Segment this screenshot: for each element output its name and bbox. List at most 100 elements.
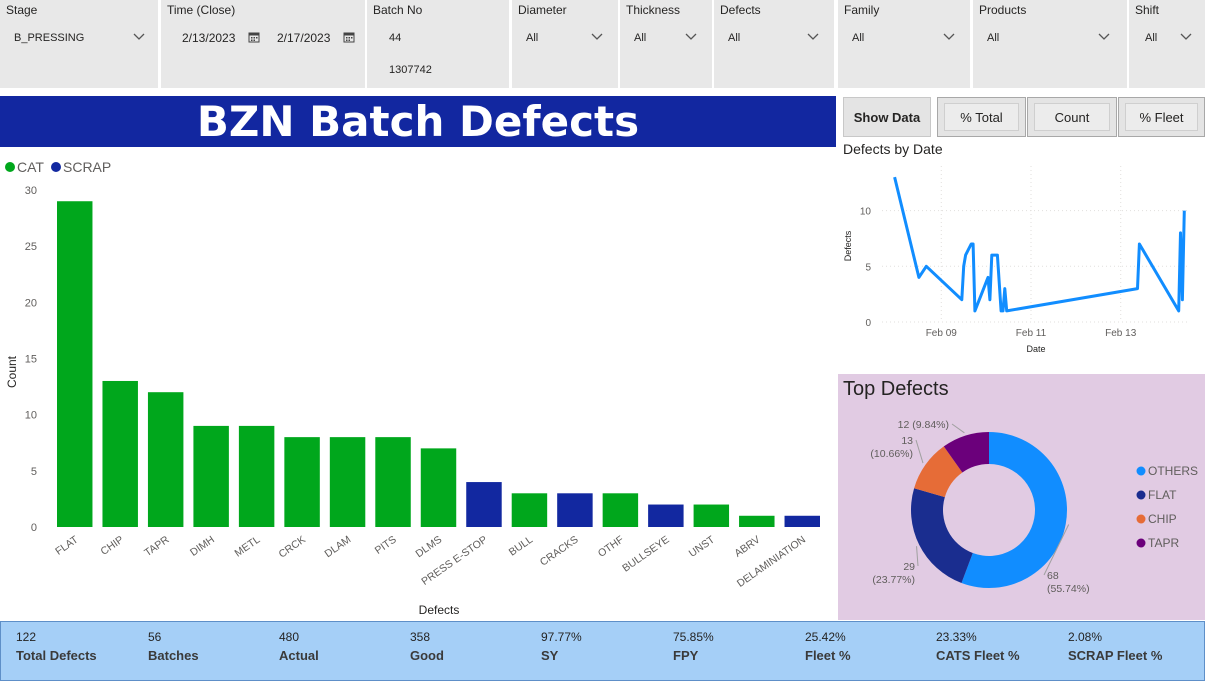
pct-total-button[interactable]: % Total (937, 97, 1026, 137)
stage-slicer[interactable]: Stage B_PRESSING (0, 0, 158, 88)
defects-slicer-value[interactable]: All (728, 32, 740, 44)
count-button[interactable]: Count (1027, 97, 1117, 137)
batch-slicer[interactable]: Batch No 44 1307742 (367, 0, 509, 88)
defects-slicer[interactable]: Defects All (714, 0, 834, 88)
chevron-down-icon[interactable] (942, 31, 956, 43)
x-tick-label: UNST (687, 533, 718, 560)
chevron-down-icon[interactable] (806, 31, 820, 43)
chart-legend[interactable]: CAT SCRAP (5, 159, 111, 175)
bar-chip[interactable] (102, 380, 138, 527)
bar-dimh[interactable] (193, 425, 229, 527)
kpi-label: SY (541, 648, 559, 663)
donut-data-label: (23.77%) (872, 574, 915, 586)
stage-slicer-title: Stage (6, 3, 38, 17)
pct-fleet-button[interactable]: % Fleet (1118, 97, 1205, 137)
calendar-icon[interactable] (343, 31, 355, 43)
shift-slicer[interactable]: Shift All (1129, 0, 1205, 88)
donut-slice-flat[interactable] (911, 488, 973, 583)
top-defects-donut-chart[interactable]: Top Defects 68(55.74%) 29(23.77%) 13(10.66… (838, 374, 1205, 620)
kpi-value: 480 (279, 630, 300, 644)
kpi-label: Total Defects (16, 648, 97, 663)
kpi-card: 358 Good (410, 630, 444, 663)
chevron-down-icon[interactable] (590, 31, 604, 43)
batch-item[interactable]: 44 (389, 32, 401, 44)
bar-bull[interactable] (511, 493, 548, 527)
bar-unst[interactable] (693, 504, 730, 527)
kpi-card: 2.08% SCRAP Fleet % (1068, 630, 1162, 663)
gridlines (882, 166, 1188, 323)
family-slicer[interactable]: Family All (838, 0, 970, 88)
kpi-card: 480 Actual (279, 630, 319, 663)
line-x-axis: Feb 09 Feb 11 Feb 13 (926, 328, 1137, 339)
batch-item[interactable]: 1307742 (389, 64, 432, 76)
kpi-card: 122 Total Defects (16, 630, 97, 663)
calendar-icon[interactable] (248, 31, 260, 43)
count-label: Count (1034, 103, 1110, 131)
donut-legend[interactable]: OTHERS FLAT CHIP TAPR (1136, 464, 1199, 550)
x-tick-label: CRCK (277, 534, 308, 561)
legend-marker (1136, 466, 1146, 476)
x-tick-label: TAPR (142, 533, 172, 559)
y-tick-label: 15 (25, 354, 37, 366)
bar-crck[interactable] (284, 437, 320, 527)
thickness-slicer-value[interactable]: All (634, 32, 646, 44)
chevron-down-icon[interactable] (132, 31, 146, 43)
x-tick-label: DLAM (322, 534, 353, 561)
shift-slicer-title: Shift (1135, 3, 1160, 17)
kpi-card: 97.77% SY (541, 630, 582, 663)
bar-metl[interactable] (238, 425, 275, 527)
bar-dlam[interactable] (329, 437, 366, 527)
line-y-axis-title: Defects (843, 230, 853, 261)
legend-label-flat: FLAT (1148, 488, 1177, 502)
diameter-slicer-value[interactable]: All (526, 32, 538, 44)
kpi-value: 358 (410, 630, 431, 644)
chevron-down-icon[interactable] (684, 31, 698, 43)
leader-line (951, 423, 965, 434)
defects-by-date-chart[interactable]: Defects by Date Defects Date 0 5 10 Feb 09… (838, 138, 1205, 370)
products-slicer-value[interactable]: All (987, 32, 999, 44)
x-tick-label: FLAT (53, 533, 81, 557)
products-slicer[interactable]: Products All (973, 0, 1127, 88)
title-banner: BZN Batch Defects (0, 96, 836, 147)
diameter-slicer[interactable]: Diameter All (512, 0, 618, 88)
family-slicer-value[interactable]: All (852, 32, 864, 44)
legend-marker-scrap (51, 162, 61, 172)
legend-marker (1136, 514, 1146, 524)
kpi-label: Actual (279, 648, 319, 663)
defects-bar-chart[interactable]: CAT SCRAP Count Defects 0 5 10 15 20 25 30 FLA… (0, 150, 836, 620)
page-title: BZN Batch Defects (196, 97, 640, 146)
x-tick-label: DLMS (413, 534, 444, 561)
bar-press-e-stop[interactable] (466, 482, 502, 527)
leader-line (915, 439, 924, 464)
chevron-down-icon[interactable] (1179, 31, 1193, 43)
kpi-value: 56 (148, 630, 162, 644)
bar-othf[interactable] (602, 493, 639, 527)
legend-marker (1136, 538, 1146, 548)
defects-line[interactable] (893, 176, 1186, 313)
kpi-card: 25.42% Fleet % (805, 630, 851, 663)
bar-flat[interactable] (57, 201, 93, 527)
thickness-slicer[interactable]: Thickness All (620, 0, 712, 88)
legend-label-scrap: SCRAP (63, 159, 111, 175)
kpi-value: 97.77% (541, 630, 582, 644)
donut-data-label: (10.66%) (870, 448, 913, 460)
bar-cracks[interactable] (557, 493, 593, 527)
end-date-input[interactable]: 2/17/2023 (277, 31, 330, 45)
time-slicer[interactable]: Time (Close) 2/13/2023 2/17/2023 (161, 0, 365, 88)
bar-abrv[interactable] (739, 515, 775, 527)
bar-pits[interactable] (375, 437, 411, 527)
bar-bullseye[interactable] (648, 504, 684, 527)
y-tick-label: 5 (31, 466, 37, 478)
bar-dlms[interactable] (420, 448, 457, 527)
legend-marker (1136, 490, 1146, 500)
kpi-label: Fleet % (805, 648, 851, 663)
family-slicer-title: Family (844, 3, 880, 17)
show-data-button[interactable]: Show Data (843, 97, 931, 137)
chevron-down-icon[interactable] (1097, 31, 1111, 43)
bar-tapr[interactable] (147, 392, 184, 527)
bar-delaminiation[interactable] (784, 515, 820, 527)
legend-label-cat: CAT (17, 159, 44, 175)
shift-slicer-value[interactable]: All (1145, 32, 1157, 44)
stage-slicer-value[interactable]: B_PRESSING (14, 32, 84, 44)
start-date-input[interactable]: 2/13/2023 (182, 31, 235, 45)
